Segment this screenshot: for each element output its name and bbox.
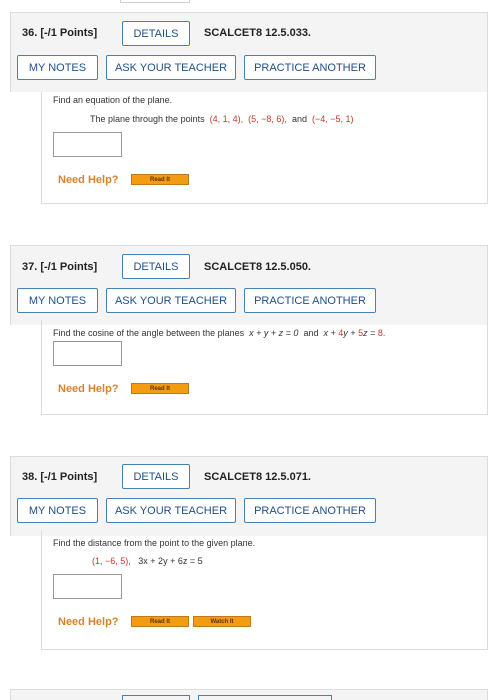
details-button[interactable]: DETAILS: [122, 21, 190, 46]
details-button-partial[interactable]: [122, 695, 190, 700]
answer-input[interactable]: [53, 574, 122, 599]
answer-input[interactable]: [53, 132, 122, 157]
need-help-label: Need Help?: [58, 383, 119, 395]
button-partial[interactable]: [198, 695, 332, 700]
read-it-button[interactable]: Read It: [131, 174, 189, 185]
question-37-header: [10, 245, 488, 325]
ask-teacher-button[interactable]: ASK YOUR TEACHER: [106, 498, 236, 523]
question-38-expression: (1, −6, 5), 3x + 2y + 6z = 5: [92, 556, 203, 566]
question-38-points: 38. [-/1 Points]: [22, 471, 98, 483]
question-36-prompt: Find an equation of the plane.: [53, 95, 173, 105]
need-help-label: Need Help?: [58, 616, 119, 628]
ask-teacher-button[interactable]: ASK YOUR TEACHER: [106, 288, 236, 313]
practice-another-button[interactable]: PRACTICE ANOTHER: [244, 498, 376, 523]
question-36-points-text: The plane through the points (4, 1, 4), …: [90, 114, 354, 124]
need-help-label: Need Help?: [58, 174, 119, 186]
question-38-header: [10, 456, 488, 536]
answer-input[interactable]: [53, 341, 122, 366]
read-it-button[interactable]: Read It: [131, 616, 189, 627]
top-divider: [120, 0, 190, 3]
question-37-prompt: Find the cosine of the angle between the…: [53, 328, 386, 338]
ask-teacher-button[interactable]: ASK YOUR TEACHER: [106, 55, 236, 80]
question-37-code: SCALCET8 12.5.050.: [204, 261, 311, 273]
my-notes-button[interactable]: MY NOTES: [17, 498, 98, 523]
question-36-points: 36. [-/1 Points]: [22, 27, 98, 39]
details-button[interactable]: DETAILS: [122, 464, 190, 489]
my-notes-button[interactable]: MY NOTES: [17, 288, 98, 313]
read-it-button[interactable]: Read It: [131, 383, 189, 394]
question-36-code: SCALCET8 12.5.033.: [204, 27, 311, 39]
question-38-code: SCALCET8 12.5.071.: [204, 471, 311, 483]
practice-another-button[interactable]: PRACTICE ANOTHER: [244, 288, 376, 313]
my-notes-button[interactable]: MY NOTES: [17, 55, 98, 80]
question-38-prompt: Find the distance from the point to the …: [53, 538, 256, 548]
watch-it-button[interactable]: Watch It: [193, 616, 251, 627]
practice-another-button[interactable]: PRACTICE ANOTHER: [244, 55, 376, 80]
question-37-points: 37. [-/1 Points]: [22, 261, 98, 273]
question-36-header: [10, 12, 488, 92]
details-button[interactable]: DETAILS: [122, 254, 190, 279]
